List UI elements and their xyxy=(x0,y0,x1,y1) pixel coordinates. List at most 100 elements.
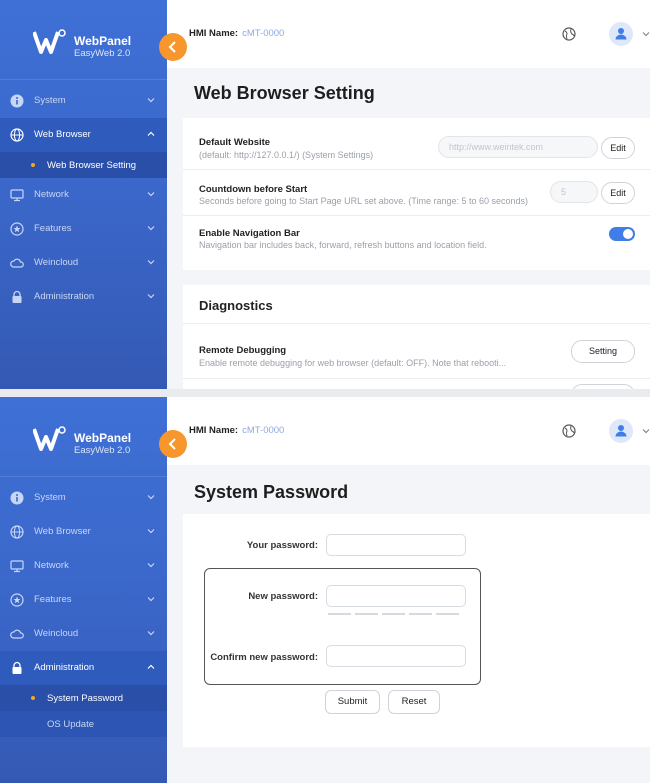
chevron-left-icon xyxy=(168,438,176,450)
chevron-left-icon xyxy=(168,41,176,53)
chevron-down-icon xyxy=(147,260,155,265)
star-circle-icon xyxy=(10,222,24,236)
default-website-edit-button[interactable]: Edit xyxy=(601,137,635,159)
next-setting-button[interactable] xyxy=(571,384,635,389)
sidebar-item-features[interactable]: Features xyxy=(0,583,167,617)
navigation-bar-row: Enable Navigation Bar Navigation bar inc… xyxy=(183,216,650,270)
user-avatar[interactable] xyxy=(609,22,633,46)
topbar: HMI Name: cMT-0000 xyxy=(167,397,650,465)
chevron-up-icon xyxy=(147,664,155,669)
webpanel-logo-icon xyxy=(33,426,66,451)
info-icon xyxy=(10,94,24,108)
language-globe-icon[interactable] xyxy=(562,27,576,41)
sidebar-item-weincloud[interactable]: Weincloud xyxy=(0,617,167,651)
sidebar-item-label: Weincloud xyxy=(34,257,79,268)
info-icon xyxy=(10,491,24,505)
navigation-bar-toggle[interactable] xyxy=(609,227,635,241)
user-avatar[interactable] xyxy=(609,419,633,443)
chevron-down-icon xyxy=(147,597,155,602)
sidebar-subitem-os-update[interactable]: OS Update xyxy=(0,711,167,737)
sidebar-subitem-label: Web Browser Setting xyxy=(47,160,137,171)
sidebar-subitem-system-password[interactable]: System Password xyxy=(0,685,167,711)
diagnostics-title: Diagnostics xyxy=(199,298,273,313)
web-browser-panel: WebPanel EasyWeb 2.0 System Web Browser … xyxy=(0,0,650,389)
bullet-icon xyxy=(31,163,35,167)
sidebar-subitem-web-browser-setting[interactable]: Web Browser Setting xyxy=(0,152,167,178)
countdown-row: Countdown before Start Seconds before go… xyxy=(183,170,650,216)
lock-icon xyxy=(12,661,22,674)
system-password-card: Your password: New password: Confirm new… xyxy=(183,514,650,747)
sidebar-item-label: Administration xyxy=(34,662,95,673)
reset-button[interactable]: Reset xyxy=(388,690,440,714)
default-website-title: Default Website xyxy=(199,137,271,148)
sidebar-menu: System Web Browser Network Features Wein xyxy=(0,481,167,737)
system-password-panel: WebPanel EasyWeb 2.0 System Web Browser … xyxy=(0,397,650,783)
user-icon xyxy=(615,28,627,40)
chevron-down-icon xyxy=(147,631,155,636)
confirm-password-input[interactable] xyxy=(326,645,466,667)
hmi-name-label: HMI Name: xyxy=(189,28,239,39)
hmi-name: HMI Name: cMT-0000 xyxy=(189,28,284,39)
brand-name: WebPanel xyxy=(74,34,132,48)
sidebar-item-label: Features xyxy=(34,223,72,234)
submit-button[interactable]: Submit xyxy=(325,690,380,714)
countdown-desc: Seconds before going to Start Page URL s… xyxy=(199,196,529,206)
sidebar-subitem-label: OS Update xyxy=(47,719,94,730)
new-password-input[interactable] xyxy=(326,585,466,607)
cloud-icon xyxy=(10,629,24,639)
sidebar: WebPanel EasyWeb 2.0 System Web Browser … xyxy=(0,0,167,389)
globe-icon xyxy=(10,525,24,539)
diagnostics-card: Diagnostics Remote Debugging Enable remo… xyxy=(183,285,650,389)
new-password-label: New password: xyxy=(248,591,318,602)
strength-bar-segment xyxy=(409,613,432,615)
user-icon xyxy=(615,425,627,437)
sidebar-item-features[interactable]: Features xyxy=(0,212,167,246)
default-website-field[interactable]: http://www.weintek.com xyxy=(438,136,598,158)
hmi-name-value: cMT-0000 xyxy=(242,425,285,436)
countdown-field[interactable]: 5 xyxy=(550,181,598,203)
hmi-name-label: HMI Name: xyxy=(189,425,239,436)
sidebar-collapse-button[interactable] xyxy=(159,33,187,61)
webpanel-logo-icon xyxy=(33,29,66,54)
brand-subtitle: EasyWeb 2.0 xyxy=(74,445,131,456)
sidebar-item-label: Weincloud xyxy=(34,628,79,639)
sidebar-item-network[interactable]: Network xyxy=(0,178,167,212)
remote-debugging-setting-button[interactable]: Setting xyxy=(571,340,635,363)
star-circle-icon xyxy=(10,593,24,607)
countdown-edit-button[interactable]: Edit xyxy=(601,182,635,204)
navigation-bar-title: Enable Navigation Bar xyxy=(199,228,300,239)
sidebar-item-label: Web Browser xyxy=(34,526,91,537)
sidebar-item-system[interactable]: System xyxy=(0,84,167,118)
monitor-icon xyxy=(10,189,24,202)
remote-debugging-title: Remote Debugging xyxy=(199,345,287,356)
default-website-desc: (default: http://127.0.0.1/) (System Set… xyxy=(199,150,374,160)
navigation-bar-desc: Navigation bar includes back, forward, r… xyxy=(199,240,487,250)
sidebar-item-label: Network xyxy=(34,560,69,571)
chevron-down-icon xyxy=(147,226,155,231)
user-menu-chevron-icon[interactable] xyxy=(642,427,650,435)
sidebar-item-label: Web Browser xyxy=(34,129,91,140)
brand-name: WebPanel xyxy=(74,431,132,445)
page-title: System Password xyxy=(194,482,349,502)
language-globe-icon[interactable] xyxy=(562,424,576,438)
default-website-row: Default Website (default: http://127.0.0… xyxy=(183,118,650,170)
sidebar-collapse-button[interactable] xyxy=(159,430,187,458)
strength-bar-segment xyxy=(382,613,405,615)
user-menu-chevron-icon[interactable] xyxy=(642,30,650,38)
sidebar-item-administration[interactable]: Administration xyxy=(0,280,167,314)
your-password-label: Your password: xyxy=(246,540,318,551)
globe-icon xyxy=(10,128,24,142)
sidebar-item-weincloud[interactable]: Weincloud xyxy=(0,246,167,280)
remote-debugging-desc: Enable remote debugging for web browser … xyxy=(199,358,507,368)
hmi-name: HMI Name: cMT-0000 xyxy=(189,425,284,436)
sidebar-item-web-browser[interactable]: Web Browser xyxy=(0,515,167,549)
sidebar-item-label: Features xyxy=(34,594,72,605)
sidebar-item-network[interactable]: Network xyxy=(0,549,167,583)
sidebar-item-web-browser[interactable]: Web Browser xyxy=(0,118,167,152)
your-password-input[interactable] xyxy=(326,534,466,556)
web-browser-setting-card: Default Website (default: http://127.0.0… xyxy=(183,118,650,270)
sidebar-item-system[interactable]: System xyxy=(0,481,167,515)
chevron-down-icon xyxy=(147,495,155,500)
chevron-down-icon xyxy=(147,563,155,568)
sidebar-item-administration[interactable]: Administration xyxy=(0,651,167,685)
